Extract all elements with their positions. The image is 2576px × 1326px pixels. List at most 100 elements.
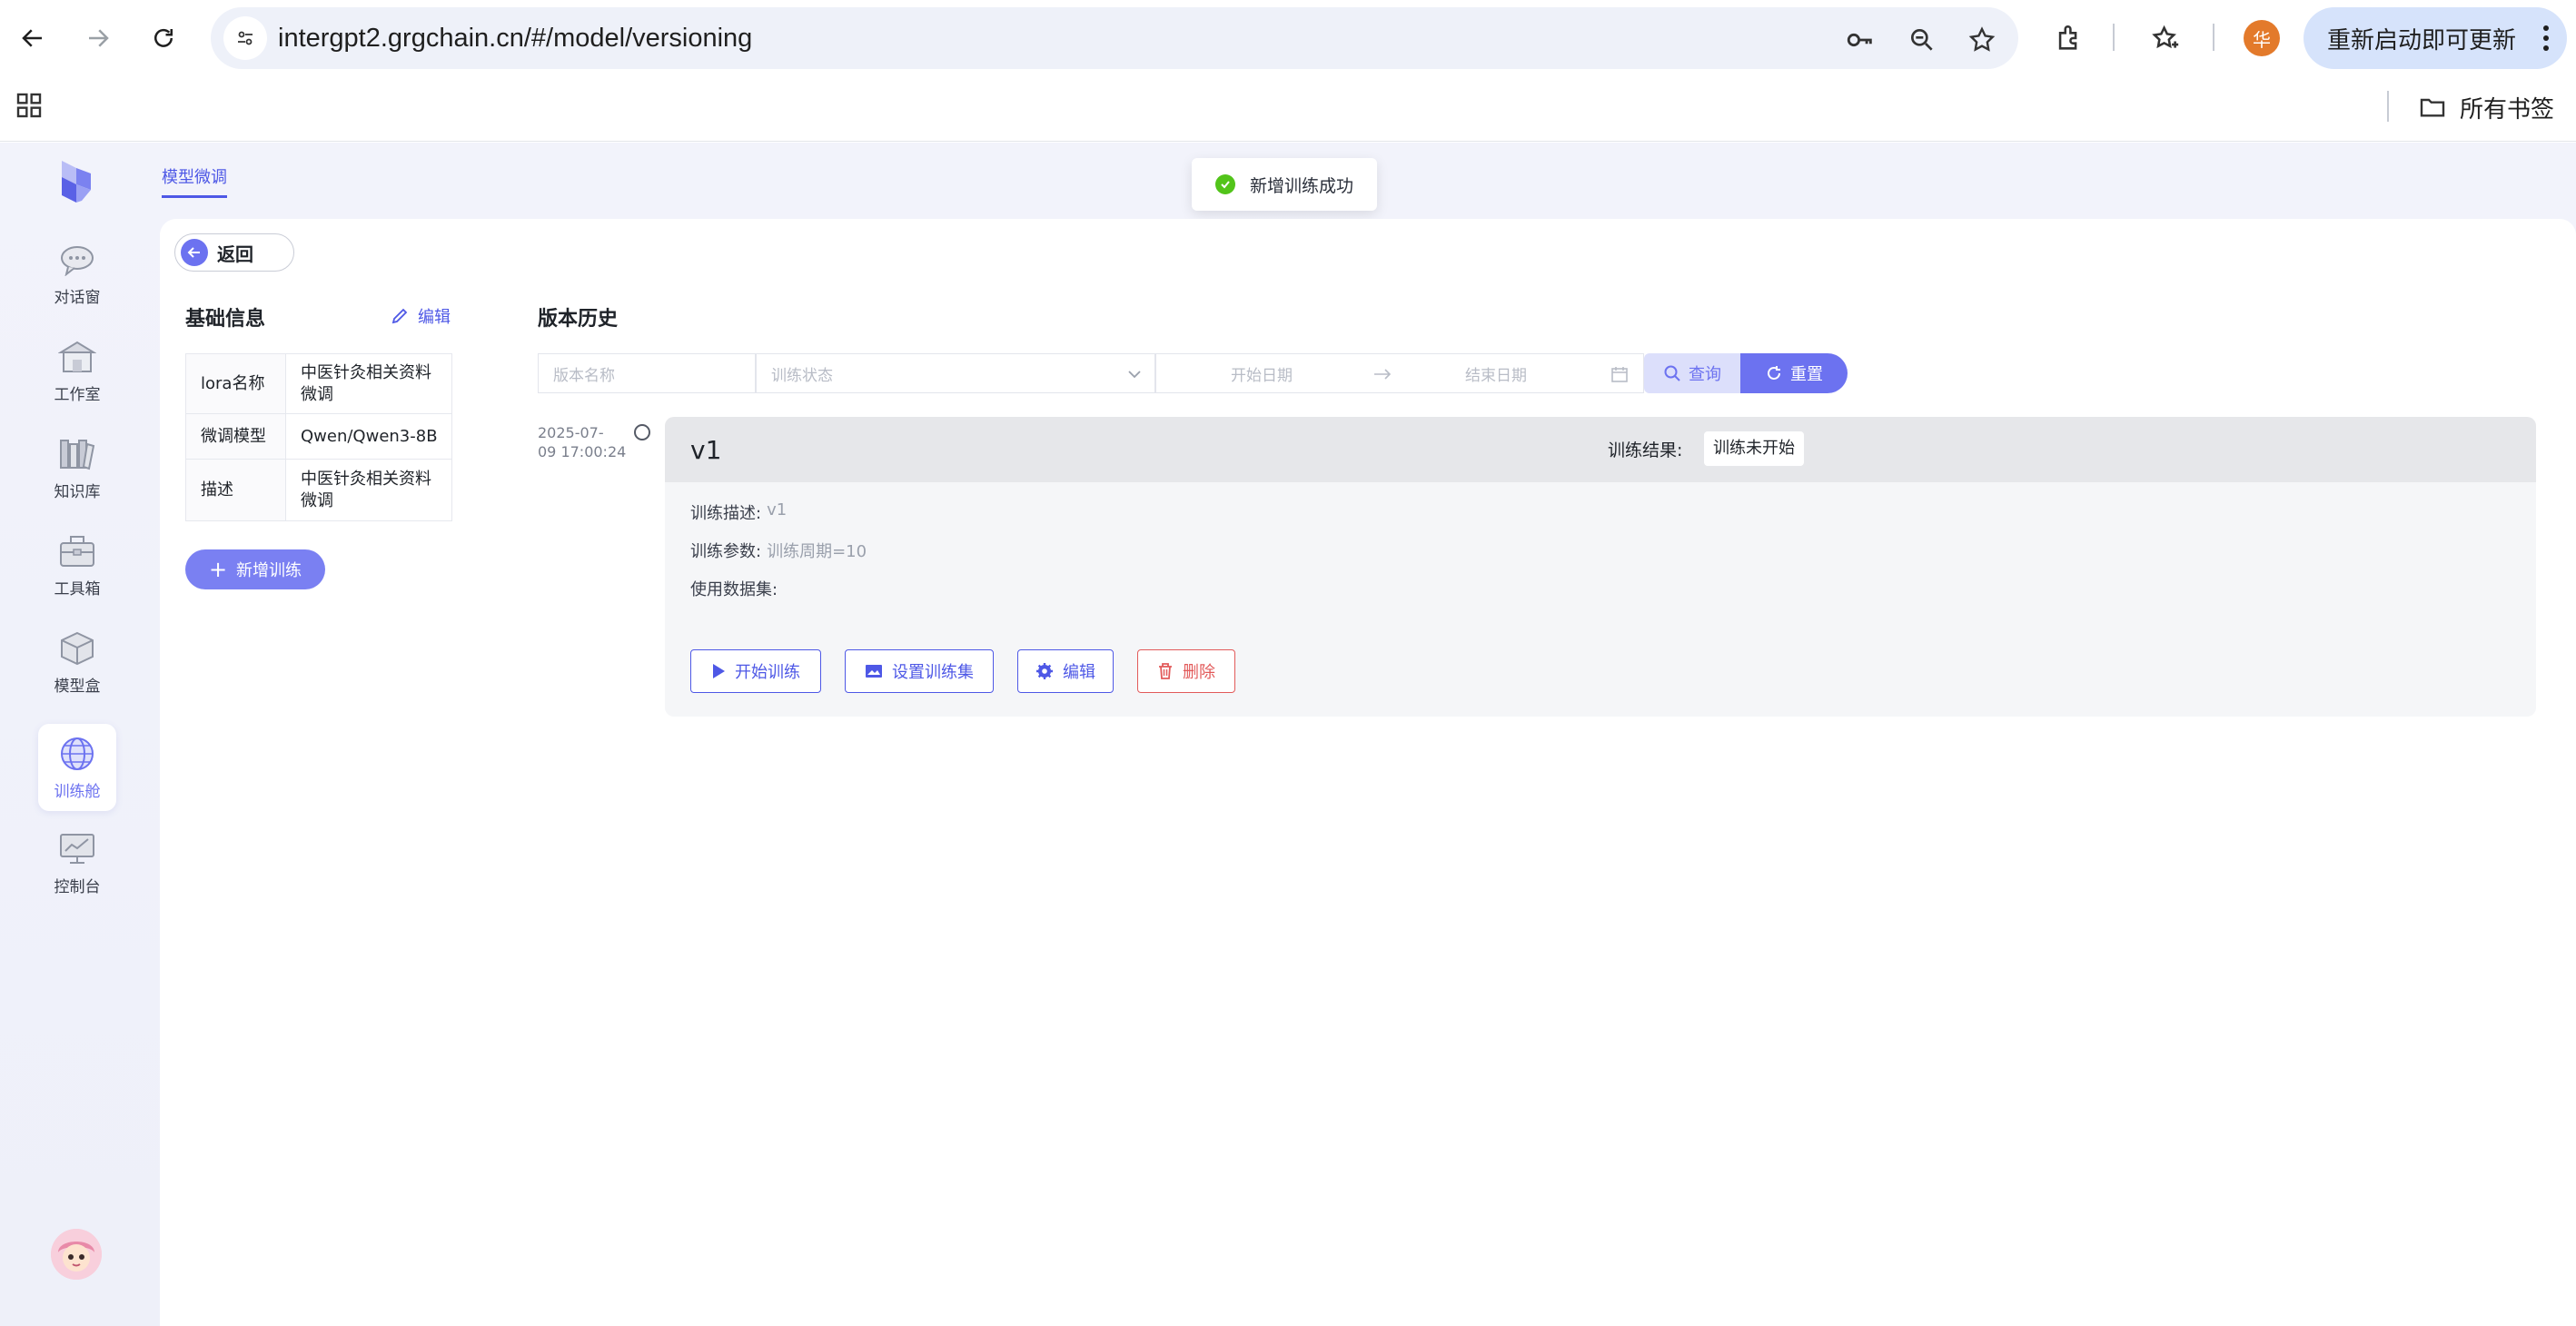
info-value: 中医针灸相关资料微调 (285, 459, 452, 521)
bookmark-star-icon[interactable] (1966, 24, 1998, 56)
delete-version-button[interactable]: 删除 (1137, 649, 1235, 693)
sidebar-item-toolbox[interactable]: 工具箱 (38, 521, 116, 609)
gear-icon (1036, 663, 1053, 679)
sidebar-item-label: 工具箱 (54, 580, 101, 599)
sidebar-item-console[interactable]: 控制台 (38, 819, 116, 906)
bookmarks-separator (2387, 91, 2389, 122)
info-key: lora名称 (185, 353, 286, 414)
all-bookmarks-button[interactable]: 所有书签 (2418, 89, 2554, 125)
folder-icon (2420, 98, 2445, 117)
edit-basic-info-link[interactable]: 编辑 (391, 304, 451, 328)
password-key-icon[interactable] (1844, 24, 1877, 56)
edit-version-button[interactable]: 编辑 (1017, 649, 1114, 693)
set-dataset-button[interactable]: 设置训练集 (845, 649, 994, 693)
back-button[interactable]: 返回 (174, 233, 294, 272)
sidebar-item-label: 模型盒 (54, 678, 101, 696)
user-avatar[interactable] (51, 1229, 102, 1280)
main-panel: 返回 基础信息 编辑 lora名称 中医针灸相关资料微调 微调模型 Qwen/Q… (160, 219, 2576, 1326)
toolbox-icon (57, 532, 97, 570)
bookmarks-bar: 所有书签 (0, 76, 2576, 142)
training-params-row: 训练参数: 训练周期=10 (690, 542, 867, 561)
arrow-right-icon (1374, 369, 1392, 380)
sidebar-item-model-box[interactable]: 模型盒 (38, 618, 116, 706)
version-card: v1 训练结果: 训练未开始 训练描述: v1 训练参数: 训练周期=10 使用… (665, 417, 2536, 717)
trash-icon (1159, 663, 1172, 679)
top-tabs: 模型微调 (162, 164, 227, 198)
url-text[interactable]: intergpt2.grgchain.cn/#/model/versioning (278, 7, 752, 69)
dataset-row: 使用数据集: (690, 580, 778, 599)
add-training-button[interactable]: + 新增训练 (185, 549, 325, 589)
sidebar-item-training[interactable]: 训练舱 (38, 724, 116, 811)
end-date-input[interactable]: 结束日期 (1465, 362, 1527, 385)
table-row: 描述 中医针灸相关资料微调 (185, 459, 452, 521)
studio-house-icon (57, 338, 97, 376)
version-name: v1 (690, 435, 722, 465)
chat-bubble-icon (57, 241, 97, 279)
forward-arrow-icon[interactable] (76, 16, 120, 60)
info-value: Qwen/Qwen3-8B (285, 413, 452, 460)
check-circle-icon (1215, 174, 1235, 194)
play-icon (713, 664, 725, 678)
profile-avatar[interactable]: 华 (2244, 20, 2280, 56)
sidebar-item-knowledge[interactable]: 知识库 (38, 424, 116, 511)
app-logo[interactable] (54, 157, 100, 206)
calendar-icon (1611, 367, 1628, 382)
toolbar-separator (2213, 24, 2214, 51)
sidebar-item-label: 控制台 (54, 878, 101, 896)
back-arrow-icon[interactable] (11, 16, 54, 60)
pencil-icon (391, 308, 408, 324)
chevron-down-icon (1128, 371, 1141, 379)
zoom-icon[interactable] (1906, 24, 1938, 56)
browser-toolbar: intergpt2.grgchain.cn/#/model/versioning… (0, 0, 2576, 76)
basic-info-table: lora名称 中医针灸相关资料微调 微调模型 Qwen/Qwen3-8B 描述 … (185, 353, 452, 521)
timeline-timestamp: 2025-07- 09 17:00:24 (538, 424, 627, 460)
sidebar-item-label: 训练舱 (54, 783, 101, 801)
training-globe-icon (57, 735, 97, 773)
start-date-input[interactable]: 开始日期 (1231, 362, 1293, 385)
start-training-button[interactable]: 开始训练 (690, 649, 821, 693)
reset-button[interactable]: 重置 (1740, 353, 1848, 393)
date-range-picker[interactable]: 开始日期 结束日期 (1155, 353, 1644, 393)
monitor-chart-icon (57, 830, 97, 868)
toast-message: 新增训练成功 (1250, 175, 1354, 196)
search-icon (1664, 365, 1680, 381)
address-bar[interactable]: intergpt2.grgchain.cn/#/model/versioning (211, 7, 2018, 69)
version-name-input[interactable]: 版本名称 (538, 353, 756, 393)
table-row: lora名称 中医针灸相关资料微调 (185, 353, 452, 414)
version-history-title: 版本历史 (538, 308, 619, 331)
version-card-header: v1 训练结果: 训练未开始 (665, 417, 2536, 482)
tab-model-finetune[interactable]: 模型微调 (162, 164, 227, 198)
reload-icon[interactable] (142, 16, 185, 60)
plus-icon: + (208, 557, 228, 582)
training-status-select[interactable]: 训练状态 (756, 353, 1155, 393)
sidebar: 对话窗 工作室 知识库 工具箱 模型盒 训练舱 控制台 (0, 143, 156, 1326)
info-key: 描述 (185, 459, 286, 521)
sidebar-item-studio[interactable]: 工作室 (38, 327, 116, 414)
reading-list-star-icon[interactable] (2147, 20, 2184, 56)
apps-grid-icon[interactable] (15, 91, 44, 120)
sidebar-item-chat[interactable]: 对话窗 (38, 230, 116, 317)
more-menu-icon[interactable] (2543, 25, 2549, 55)
training-result-badge: 训练未开始 (1704, 431, 1804, 466)
back-arrow-icon (181, 239, 208, 266)
sidebar-item-label: 对话窗 (54, 289, 101, 307)
books-icon (57, 435, 97, 473)
info-key: 微调模型 (185, 413, 286, 460)
toolbar-separator (2113, 24, 2115, 51)
success-toast: 新增训练成功 (1192, 158, 1377, 211)
query-button[interactable]: 查询 (1644, 353, 1740, 393)
sidebar-item-label: 工作室 (54, 386, 101, 404)
training-result-label: 训练结果: (1608, 440, 1683, 460)
basic-info-title: 基础信息 (185, 308, 266, 331)
sidebar-item-label: 知识库 (54, 483, 101, 501)
timeline-dot (634, 424, 650, 440)
app-root: 对话窗 工作室 知识库 工具箱 模型盒 训练舱 控制台 模型微调 新增训练成功 … (0, 143, 2576, 1326)
refresh-icon (1768, 366, 1780, 380)
training-desc-row: 训练描述: v1 (690, 500, 788, 523)
relaunch-update-button[interactable]: 重新启动即可更新 (2304, 7, 2567, 69)
model-box-icon (57, 629, 97, 668)
site-settings-icon[interactable] (223, 16, 267, 60)
image-dataset-icon (866, 665, 882, 678)
info-value: 中医针灸相关资料微调 (285, 353, 452, 414)
extensions-puzzle-icon[interactable] (2051, 20, 2087, 56)
